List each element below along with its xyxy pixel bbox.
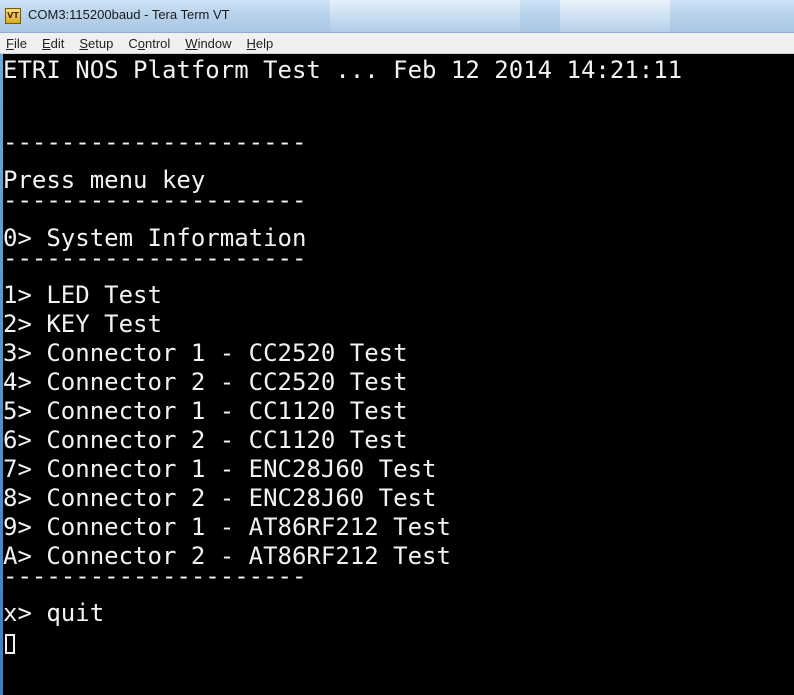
window-title: COM3:115200baud - Tera Term VT (28, 7, 230, 22)
menu-window[interactable]: Window (185, 36, 231, 51)
background-glass-right (560, 0, 670, 32)
menu-option-conn2-enc28j60: 8> Connector 2 - ENC28J60 Test (3, 484, 437, 512)
terminal-cursor (5, 634, 15, 654)
menu-option-conn1-enc28j60: 7> Connector 1 - ENC28J60 Test (3, 455, 437, 483)
menu-help[interactable]: Help (247, 36, 274, 51)
menu-option-conn1-cc1120: 5> Connector 1 - CC1120 Test (3, 397, 408, 425)
menu-option-conn2-cc2520: 4> Connector 2 - CC2520 Test (3, 368, 408, 396)
menu-option-conn1-cc2520: 3> Connector 1 - CC2520 Test (3, 339, 408, 367)
separator-line: --------------------- (3, 186, 307, 214)
separator-line: --------------------- (3, 562, 307, 590)
menu-setup[interactable]: Setup (79, 36, 113, 51)
menu-control[interactable]: Control (128, 36, 170, 51)
menu-option-conn1-at86rf212: 9> Connector 1 - AT86RF212 Test (3, 513, 451, 541)
menu-edit[interactable]: Edit (42, 36, 64, 51)
menu-option-conn2-cc1120: 6> Connector 2 - CC1120 Test (3, 426, 408, 454)
background-glass-left (330, 0, 520, 32)
title-bar[interactable]: VT COM3:115200baud - Tera Term VT (0, 0, 794, 33)
terminal-screen[interactable]: ETRI NOS Platform Test ... Feb 12 2014 1… (3, 54, 794, 695)
menu-option-key-test: 2> KEY Test (3, 310, 162, 338)
separator-line: --------------------- (3, 244, 307, 272)
tera-term-app-icon[interactable]: VT (5, 8, 21, 24)
menu-file[interactable]: File (6, 36, 27, 51)
menu-bar: File Edit Setup Control Window Help (0, 33, 794, 54)
menu-option-quit: x> quit (3, 599, 105, 627)
terminal-header-line: ETRI NOS Platform Test ... Feb 12 2014 1… (3, 56, 683, 84)
menu-option-led-test: 1> LED Test (3, 281, 162, 309)
separator-line: --------------------- (3, 128, 307, 156)
